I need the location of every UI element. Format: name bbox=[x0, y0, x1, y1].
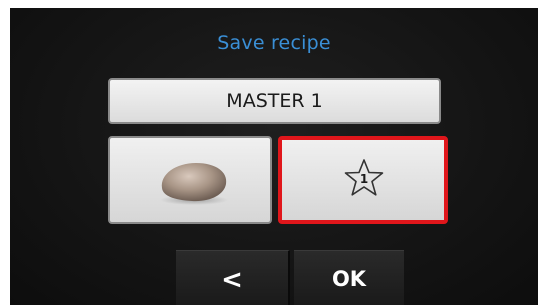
star-icon: 1 bbox=[344, 158, 384, 202]
ok-button[interactable]: OK bbox=[294, 250, 404, 305]
stone-icon bbox=[154, 158, 234, 210]
favorite-slot-number: 1 bbox=[360, 172, 368, 186]
device-screen: Save recipe MASTER 1 1 < OK bbox=[0, 0, 552, 305]
back-button[interactable]: < bbox=[176, 250, 290, 305]
recipe-name-field[interactable]: MASTER 1 bbox=[108, 78, 441, 124]
dialog-title: Save recipe bbox=[217, 32, 331, 54]
save-recipe-dialog: Save recipe MASTER 1 1 < OK bbox=[10, 8, 538, 305]
recipe-image-tile[interactable] bbox=[108, 136, 272, 224]
favorite-slot-tile[interactable]: 1 bbox=[278, 136, 448, 224]
